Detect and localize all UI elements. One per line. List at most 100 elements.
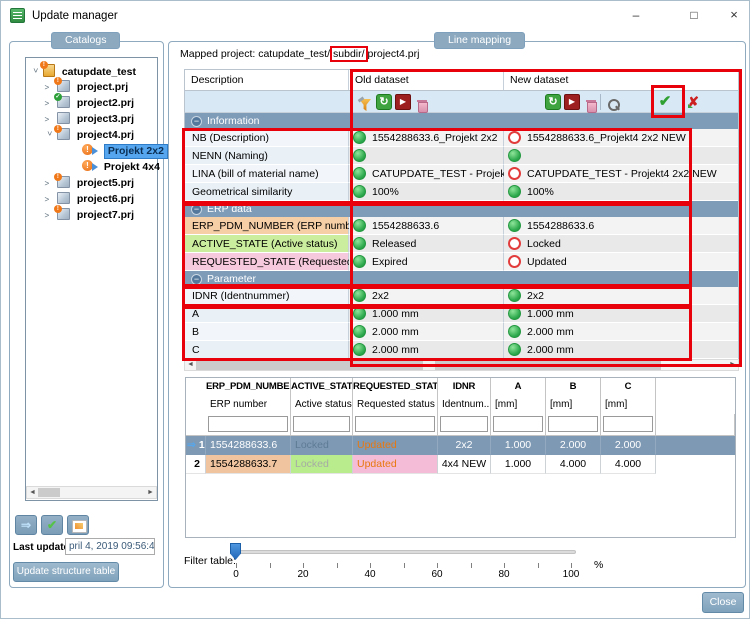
mapped-project-suffix: project4.prj bbox=[367, 48, 420, 60]
col-idnr[interactable]: IDNR bbox=[438, 378, 491, 396]
col-erp-pdm-number[interactable]: ERP_PDM_NUMBER bbox=[206, 378, 291, 396]
tree-hscrollbar[interactable]: ◄ ► bbox=[26, 486, 157, 499]
subcol-requested-status: Requested status bbox=[353, 396, 438, 414]
filter-input[interactable] bbox=[493, 416, 543, 432]
tree-item-project4-prj[interactable]: > project4.prj bbox=[42, 125, 134, 144]
section-title: Information bbox=[207, 115, 260, 127]
filter-input[interactable] bbox=[293, 416, 350, 432]
scroll-right-icon[interactable]: ► bbox=[727, 360, 738, 370]
tree-item-project2-prj[interactable]: > project2.prj bbox=[44, 93, 134, 112]
expander-icon[interactable]: > bbox=[45, 81, 54, 95]
run-icon[interactable] bbox=[564, 94, 580, 110]
accept-icon[interactable] bbox=[657, 94, 673, 110]
mapping-row-requested-state[interactable]: REQUESTED_STATE (Requested status) Expir… bbox=[184, 253, 739, 271]
new-status-dot bbox=[508, 167, 521, 180]
mapping-row-c[interactable]: C 2.000 mm 2.000 mm bbox=[184, 341, 739, 359]
refresh-icon[interactable] bbox=[376, 94, 392, 110]
close-icon[interactable]: × bbox=[719, 1, 749, 29]
new-value-cell: 100% bbox=[504, 183, 738, 201]
new-value-cell: 1.000 mm bbox=[504, 305, 738, 323]
filter-input[interactable] bbox=[548, 416, 598, 432]
col-active-state[interactable]: ACTIVE_STATE bbox=[291, 378, 353, 396]
run-icon[interactable] bbox=[395, 94, 411, 110]
table-row[interactable]: 2 1554288633.7 Locked Updated 4x4 NEW 1.… bbox=[186, 455, 735, 474]
map-arrow-button[interactable] bbox=[15, 515, 37, 535]
row-label: Geometrical similarity bbox=[185, 183, 349, 201]
slider-track[interactable] bbox=[234, 550, 576, 554]
collapse-icon[interactable] bbox=[191, 115, 202, 127]
filter-input[interactable] bbox=[355, 416, 435, 432]
tree-item-projekt-4x4[interactable]: Projekt 4x4 bbox=[82, 160, 160, 176]
section-header-information[interactable]: Information bbox=[184, 113, 739, 129]
scroll-right-icon[interactable]: ► bbox=[145, 488, 156, 498]
col-b[interactable]: B bbox=[546, 378, 601, 396]
scrollbar-thumb[interactable] bbox=[38, 488, 60, 497]
close-button[interactable]: Close bbox=[702, 592, 744, 613]
current-row-arrow-icon bbox=[187, 439, 196, 451]
new-value: 1.000 mm bbox=[527, 307, 574, 320]
filter-input[interactable] bbox=[603, 416, 653, 432]
tree-item-projekt-2x2[interactable]: Projekt 2x2 bbox=[82, 144, 168, 160]
expander-icon[interactable]: > bbox=[45, 113, 54, 127]
col-a[interactable]: A bbox=[491, 378, 546, 396]
old-value: Released bbox=[372, 237, 417, 250]
refresh-icon[interactable] bbox=[545, 94, 561, 110]
minimize-icon[interactable]: – bbox=[621, 1, 651, 29]
new-value-cell: 1554288633.6_Projekt4 2x2 NEW bbox=[504, 129, 738, 147]
subcol-c-mm: [mm] bbox=[601, 396, 656, 414]
old-value-cell: 1.000 mm bbox=[349, 305, 504, 323]
collapse-icon[interactable] bbox=[191, 273, 202, 285]
mapping-row-idnr[interactable]: IDNR (Identnummer) 2x2 2x2 bbox=[184, 287, 739, 305]
warning-badge-icon bbox=[53, 173, 62, 181]
expander-icon[interactable]: > bbox=[45, 97, 54, 111]
cell-requested: Updated bbox=[353, 455, 438, 474]
new-status-dot bbox=[508, 185, 521, 198]
expander-icon[interactable]: > bbox=[28, 68, 42, 77]
expander-icon[interactable]: > bbox=[45, 193, 54, 207]
catalog-icon bbox=[39, 61, 55, 77]
mapping-row-nenn[interactable]: NENN (Naming) bbox=[184, 147, 739, 165]
expander-icon[interactable]: > bbox=[45, 177, 54, 191]
structure-table-button-icon[interactable] bbox=[67, 515, 89, 535]
old-value: 2.000 mm bbox=[372, 343, 419, 356]
tree-item-project5-prj[interactable]: > project5.prj bbox=[44, 173, 134, 192]
col-c[interactable]: C bbox=[601, 378, 656, 396]
table-filter-row bbox=[186, 414, 735, 436]
collapse-icon[interactable] bbox=[191, 203, 202, 215]
maximize-icon[interactable]: □ bbox=[679, 1, 709, 29]
old-status-dot bbox=[353, 343, 366, 356]
mapping-row-nb[interactable]: NB (Description) 1554288633.6_Projekt 2x… bbox=[184, 129, 739, 147]
col-requested-state[interactable]: REQUESTED_STATE bbox=[353, 378, 438, 396]
subcol-erp-number: ERP number bbox=[206, 396, 291, 414]
old-value: 1.000 mm bbox=[372, 307, 419, 320]
row-label: ACTIVE_STATE (Active status) bbox=[185, 235, 349, 253]
expander-icon[interactable]: > bbox=[42, 131, 56, 140]
scroll-left-icon[interactable]: ◄ bbox=[27, 488, 38, 498]
scrollbar-thumb[interactable] bbox=[196, 360, 661, 370]
mapping-row-a[interactable]: A 1.000 mm 1.000 mm bbox=[184, 305, 739, 323]
confirm-button[interactable] bbox=[41, 515, 63, 535]
mapping-row-erp-pdm-number[interactable]: ERP_PDM_NUMBER (ERP number) 1554288633.6… bbox=[184, 217, 739, 235]
tree-item-catupdate_test[interactable]: > catupdate_test bbox=[28, 61, 136, 80]
expander-icon[interactable]: > bbox=[45, 209, 54, 223]
table-row[interactable]: 1 1554288633.6 Locked Updated 2x2 1.000 … bbox=[186, 436, 735, 455]
project-icon bbox=[53, 125, 70, 140]
filter-input[interactable] bbox=[440, 416, 488, 432]
reject-icon[interactable] bbox=[688, 97, 699, 109]
tree-item-project7-prj[interactable]: > project7.prj bbox=[44, 205, 134, 224]
new-value-cell: 2x2 bbox=[504, 287, 738, 305]
last-update-field[interactable]: pril 4, 2019 09:56:40 bbox=[65, 538, 155, 555]
section-header-erp-data[interactable]: ERP data bbox=[184, 201, 739, 217]
section-header-parameter[interactable]: Parameter bbox=[184, 271, 739, 287]
mapping-hscrollbar[interactable]: ◄ ► bbox=[184, 359, 739, 371]
update-structure-table-button[interactable]: Update structure table bbox=[13, 562, 119, 582]
mapping-row-active-state[interactable]: ACTIVE_STATE (Active status) Released Lo… bbox=[184, 235, 739, 253]
new-value: Updated bbox=[527, 255, 567, 268]
cell-b: 2.000 bbox=[546, 436, 601, 455]
filter-input[interactable] bbox=[208, 416, 288, 432]
mapping-row-b[interactable]: B 2.000 mm 2.000 mm bbox=[184, 323, 739, 341]
section-title: ERP data bbox=[207, 203, 252, 215]
scroll-left-icon[interactable]: ◄ bbox=[185, 360, 196, 370]
mapping-row-geometrical-similarity[interactable]: Geometrical similarity 100% 100% bbox=[184, 183, 739, 201]
mapping-row-lina[interactable]: LINA (bill of material name) CATUPDATE_T… bbox=[184, 165, 739, 183]
